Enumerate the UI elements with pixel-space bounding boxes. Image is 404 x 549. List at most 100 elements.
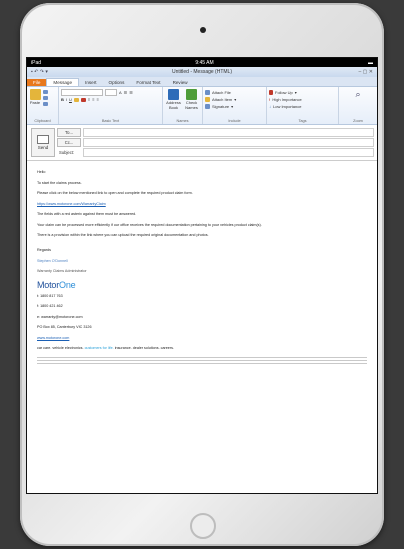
send-button[interactable]: Send [31, 128, 55, 157]
address-book-label: Address Book [166, 100, 181, 110]
numbering-icon[interactable]: ☰ [129, 90, 133, 95]
tab-insert[interactable]: Insert [79, 79, 103, 86]
to-button[interactable]: To... [57, 128, 81, 137]
group-basic-text: A ☰ ☰ B I U ≡ ≡ ≡ Basic Text [59, 87, 163, 124]
paperclip-icon [205, 90, 210, 95]
attach-item-label: Attach Item [212, 97, 233, 102]
follow-up-button[interactable]: Follow Up ▾ [269, 89, 336, 96]
group-clipboard: Paste Clipboard [27, 87, 59, 124]
body-line-1: To start the claims process. [37, 180, 82, 185]
tab-message[interactable]: Message [46, 78, 80, 86]
names-group-label: Names [176, 119, 189, 123]
group-tags: Follow Up ▾ ! High Importance ↓ Low Importa… [267, 87, 339, 124]
italic-icon[interactable]: I [66, 97, 67, 102]
tab-file[interactable]: File [27, 79, 47, 86]
address-book-button[interactable]: Address Book [166, 89, 181, 110]
tags-group-label: Tags [298, 119, 307, 123]
attach-file-button[interactable]: Attach File [205, 89, 264, 96]
bold-icon[interactable]: B [61, 97, 64, 102]
attach-item-button[interactable]: Attach Item ▾ [205, 96, 264, 103]
clock: 9:45 AM [195, 59, 214, 66]
exclamation-icon: ! [269, 97, 271, 102]
align-left-icon[interactable]: ≡ [88, 97, 90, 102]
home-button[interactable] [190, 513, 216, 539]
cc-button[interactable]: Cc... [57, 138, 81, 147]
subject-label: Subject: [59, 150, 75, 155]
signature-button[interactable]: Signature ▾ [205, 103, 264, 110]
battery-icon: ▬ [368, 59, 373, 66]
zoom-icon[interactable]: ⌕ [355, 89, 360, 100]
low-importance-button[interactable]: ↓ Low Importance [269, 103, 336, 110]
signature-name: Stephen O'Donnell [37, 258, 68, 263]
chevron-down-icon: ▾ [294, 90, 297, 95]
attach-file-label: Attach File [212, 90, 231, 95]
subject-field[interactable] [83, 148, 374, 157]
arrow-down-icon: ↓ [269, 104, 271, 109]
envelope-icon [205, 97, 210, 102]
tagline: car care. vehicle electronics. customers… [37, 346, 174, 350]
cut-icon[interactable] [43, 90, 48, 94]
low-importance-label: Low Importance [273, 104, 302, 109]
flag-icon [269, 90, 273, 95]
bullets-icon[interactable]: ☰ [124, 90, 128, 95]
check-names-icon [186, 89, 197, 100]
envelope-icon [37, 135, 49, 144]
claim-form-link[interactable]: https://www.motorone.com/WarrantyClaim [37, 202, 367, 207]
high-importance-label: High Importance [272, 97, 302, 102]
status-bar: iPad 9:45 AM ▬ [27, 58, 377, 67]
body-line-3: The fields with a red asterix against th… [37, 212, 137, 216]
clipboard-icon [29, 89, 41, 100]
po-box: PO Box 85, Canterbury VIC 3126 [37, 325, 92, 329]
include-group-label: Include [228, 119, 241, 123]
check-names-button[interactable]: Check Names [185, 89, 199, 110]
cc-field[interactable] [83, 138, 374, 147]
window-title: Untitled - Message (HTML) [171, 69, 232, 75]
grow-font-button[interactable]: A [119, 90, 122, 95]
ribbon-tabs: File Message Insert Options Format Text … [27, 77, 377, 87]
align-center-icon[interactable]: ≡ [92, 97, 94, 102]
group-names: Address Book Check Names Names [163, 87, 203, 124]
copy-icon[interactable] [43, 96, 48, 100]
website-link[interactable]: www.motorone.com [37, 336, 367, 341]
greeting: Hello [37, 170, 46, 174]
clipboard-group-label: Clipboard [34, 119, 51, 123]
font-color-icon[interactable] [80, 97, 86, 102]
basic-text-group-label: Basic Text [101, 119, 120, 123]
body-line-5: There is a provision within the link whe… [37, 233, 209, 237]
carrier-label: iPad [31, 59, 42, 66]
camera-icon [200, 27, 206, 33]
zoom-group-label: Zoom [353, 119, 363, 123]
highlight-icon[interactable] [73, 97, 79, 102]
signature-title: Warranty Claims Administrator [37, 269, 87, 273]
high-importance-button[interactable]: ! High Importance [269, 96, 336, 103]
paste-label: Paste [29, 100, 41, 105]
follow-up-label: Follow Up [275, 90, 293, 95]
paste-button[interactable]: Paste [29, 89, 41, 105]
to-field[interactable] [83, 128, 374, 137]
message-body[interactable]: Hello To start the claims process. Pleas… [27, 161, 377, 366]
disclaimer-text [37, 357, 367, 366]
message-header: Send To... Cc... Subject: [27, 125, 377, 161]
phone: t: 1800 817 763 [37, 293, 63, 298]
motorone-logo: MotorOne [37, 279, 76, 290]
group-zoom: ⌕ Zoom [339, 87, 377, 124]
email-link[interactable]: e: warranty@motorone.com [37, 315, 367, 320]
ribbon: Paste Clipboard A ☰ ☰ B I U ≡ ≡ ≡ Basic … [27, 87, 377, 125]
tab-options[interactable]: Options [103, 79, 131, 86]
address-fields: To... Cc... Subject: [57, 125, 377, 160]
screen: iPad 9:45 AM ▬ ▪ ↶ ↷ ▾ Untitled - Messag… [26, 57, 378, 494]
font-size-select[interactable] [105, 89, 117, 96]
group-include: Attach File Attach Item ▾ Signature ▾ Incl… [203, 87, 267, 124]
align-right-icon[interactable]: ≡ [97, 97, 99, 102]
format-painter-icon[interactable] [43, 102, 48, 106]
body-line-4: Your claim can be processed more efficie… [37, 222, 262, 227]
tab-format-text[interactable]: Format Text [130, 79, 166, 86]
tab-review[interactable]: Review [167, 79, 194, 86]
body-line-2: Please click on the below mentioned link… [37, 191, 193, 195]
regards: Regards [37, 248, 51, 252]
address-book-icon [168, 89, 179, 100]
underline-icon[interactable]: U [69, 97, 72, 102]
signature-icon [205, 104, 210, 109]
font-name-select[interactable] [61, 89, 103, 96]
fax: f: 1800 421 462 [37, 304, 63, 308]
